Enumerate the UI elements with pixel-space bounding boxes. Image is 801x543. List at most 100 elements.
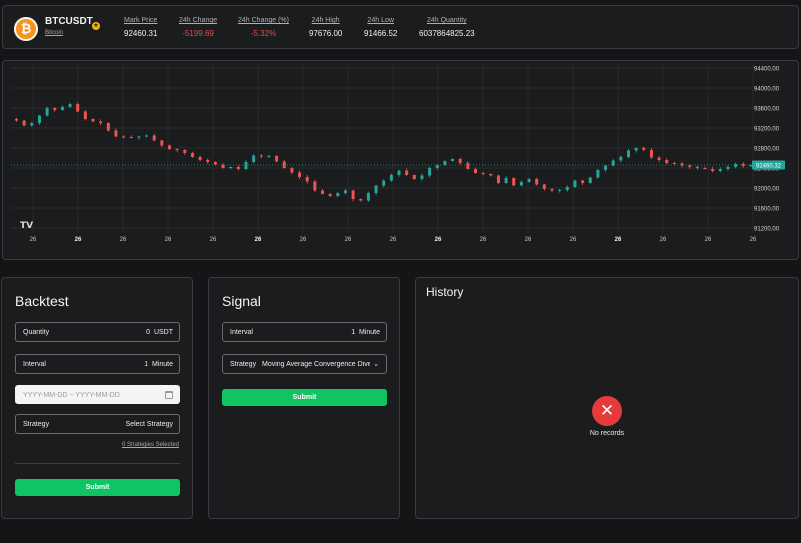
strategies-selected-link[interactable]: 0 Strategies Selected [122,442,179,448]
time-tick-label: 26 [255,237,262,243]
candle-body [160,140,164,146]
candle-body [642,148,646,150]
ticker-symbol: BTCUSDT [45,16,93,27]
price-chart[interactable]: 94400.00 94000.00 93600.00 93200.00 92800.00… [2,60,799,260]
last-price-label: 92460.32 [756,163,782,169]
time-tick-label: 26 [300,237,307,243]
signal-interval-unit: Minute [358,329,380,336]
price-tick-label: 92000.00 [754,187,780,193]
empty-state-text: No records [589,430,625,437]
candle-body [581,180,585,183]
date-range-placeholder: YYYY-MM-DD ~ YYYY-MM-DD [23,392,120,399]
candle-body [443,161,447,165]
candle-body [734,164,738,167]
date-range-input[interactable]: YYYY-MM-DD ~ YYYY-MM-DD [15,385,180,404]
candle-body [321,190,324,194]
price-tick-label: 91600.00 [754,207,780,213]
candle-body [290,168,294,173]
time-tick-label: 26 [390,237,397,243]
time-tick-label: 26 [570,237,577,243]
time-tick-label: 26 [30,237,37,243]
quantity-field[interactable]: Quantity 0 USDT [15,322,180,342]
stat-24h-change-pct: 24h Change (%) -5.32% [238,17,289,38]
quantity-value: 0 [146,329,151,336]
candle-body [106,123,110,131]
candle-body [83,111,87,119]
candle-body [657,157,661,160]
tradingview-logo-icon: TV [20,221,33,231]
candle-body [695,167,699,168]
interval-unit: Minute [151,361,173,368]
candle-body [703,168,707,169]
candle-body [236,167,240,169]
candle-body [519,182,523,186]
candle-body [229,167,233,168]
candle-body [428,168,432,176]
candle-body [558,190,562,191]
interval-field[interactable]: Interval 1 Minute [15,354,180,374]
candle-body [145,135,149,137]
price-tick-label: 94000.00 [754,87,780,93]
candle-body [305,177,309,182]
candle-body [183,150,187,153]
candle-body [458,159,462,163]
star-badge-icon[interactable]: ★ [92,22,100,30]
candle-body [45,108,49,116]
candle-body [30,123,34,126]
signal-interval-value: 1 [351,329,356,336]
time-tick-label: 26 [615,237,622,243]
candlestick-chart[interactable]: 94400.00 94000.00 93600.00 93200.00 92800.00… [3,61,799,260]
chevron-down-icon[interactable]: ⌄ [373,360,379,368]
candle-body [37,115,41,123]
signal-panel: Signal Interval 1 Minute Strategy Moving… [208,277,400,519]
candle-body [313,181,317,191]
candle-body [389,175,393,181]
signal-submit-button[interactable]: Submit [222,389,387,406]
candle-body [588,177,592,183]
candle-body [351,190,355,199]
candle-body [99,121,103,123]
candle-body [122,136,126,138]
backtest-panel: Backtest Quantity 0 USDT Interval 1 Minu… [1,277,193,519]
candle-body [550,189,554,191]
candle-body [627,150,630,157]
backtest-submit-button[interactable]: Submit [15,479,180,496]
history-title: History [426,285,464,299]
candle-body [137,136,141,138]
candle-body [190,153,194,157]
candle-body [22,120,26,126]
stat-24h-quantity: 24h Quantity 6037864825.23 [419,17,475,38]
candle-body [604,165,608,170]
interval-label: Interval [23,361,46,368]
candle-body [275,156,279,162]
time-tick-label: 26 [165,237,172,243]
candle-body [718,169,722,171]
history-panel: History ✕ No records [415,277,799,519]
candle-body [619,157,623,161]
time-tick-label: 26 [480,237,487,243]
candle-body [114,130,118,137]
candle-body [129,137,133,138]
candle-body [213,162,217,165]
candle-body [596,170,600,178]
time-tick-label: 26 [120,237,127,243]
strategy-select[interactable]: Strategy Select Strategy [15,414,180,434]
candle-body [68,104,72,107]
signal-strategy-value: Moving Average Convergence Divergence [262,361,370,368]
stat-24h-low: 24h Low 91466.52 [364,17,398,38]
candle-body [420,175,424,179]
candle-body [328,194,332,196]
candle-body [512,178,516,186]
close-circle-icon: ✕ [592,396,622,426]
signal-interval-field[interactable]: Interval 1 Minute [222,322,387,342]
candle-body [527,179,531,182]
divider [15,463,180,464]
strategy-value: Select Strategy [125,421,173,428]
candle-body [76,104,80,112]
coin-name-link[interactable]: Bitcoin [45,30,63,36]
ticker-header: ₿ BTCUSDT ★ Bitcoin Mark Price 92460.31 … [2,5,799,49]
signal-strategy-select[interactable]: Strategy Moving Average Convergence Dive… [222,354,387,374]
candle-body [382,180,386,186]
calendar-icon[interactable] [165,391,173,399]
candle-body [359,199,363,201]
